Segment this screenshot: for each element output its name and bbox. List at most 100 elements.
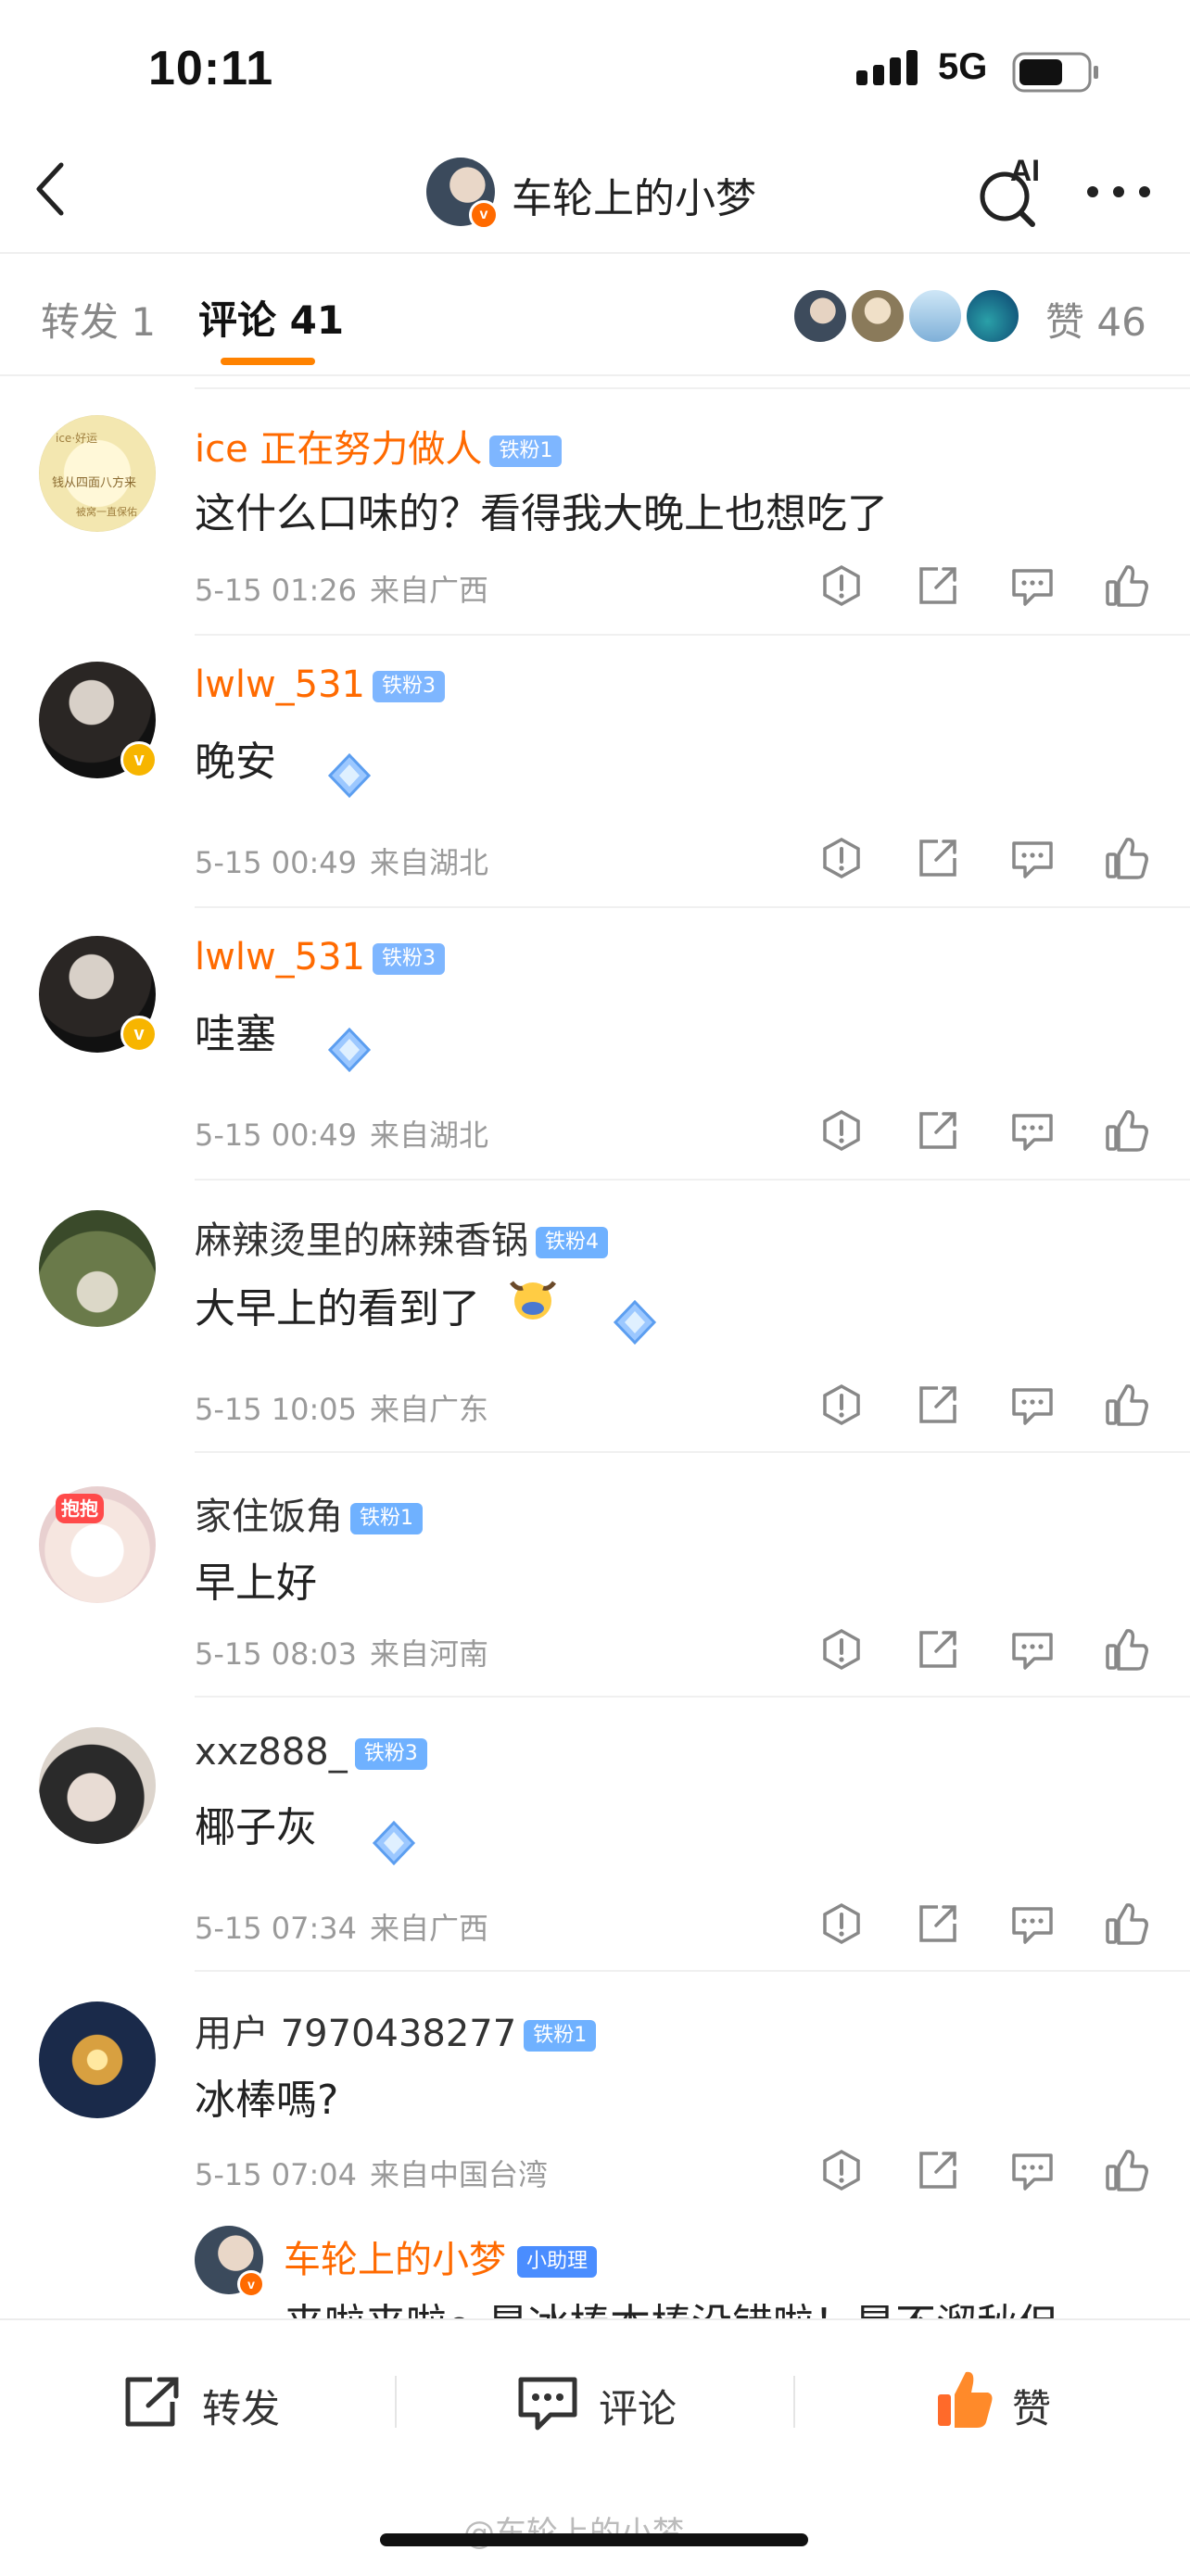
comment-username[interactable]: lwlw_531 铁粉3: [195, 936, 446, 979]
comment-separator: [195, 1970, 1190, 1972]
home-indicator[interactable]: [380, 2533, 808, 2546]
share-icon[interactable]: [916, 1627, 960, 1672]
comment-button[interactable]: 评论: [599, 2378, 677, 2434]
comment-username[interactable]: ice 正在努力做人 铁粉1: [195, 419, 563, 473]
nav-divider: [0, 252, 1190, 254]
fan-badge: 铁粉3: [354, 1738, 427, 1770]
share-icon[interactable]: [916, 1901, 960, 1946]
page-title: 车轮上的小梦: [512, 175, 756, 222]
comment-meta: 5-15 01:26 来自广西: [195, 573, 489, 608]
tab-repost[interactable]: 转发 1: [41, 291, 156, 347]
comment-text: 早上好: [195, 1559, 317, 1607]
avatar-text: 抱抱: [56, 1494, 104, 1523]
tab-active-indicator: [221, 358, 315, 365]
verified-icon: v: [120, 1016, 158, 1053]
like-icon[interactable]: [1105, 1108, 1149, 1153]
reply-icon[interactable]: [1010, 1901, 1055, 1946]
comment-meta: 5-15 07:34 来自广西: [195, 1911, 489, 1946]
comment-text: 大早上的看到了: [195, 1285, 480, 1332]
comment-meta: 5-15 00:49 来自湖北: [195, 845, 489, 880]
share-icon[interactable]: [916, 1383, 960, 1427]
like-button[interactable]: 赞: [1012, 2378, 1051, 2434]
share-icon[interactable]: [916, 1108, 960, 1153]
liker-avatar: [906, 287, 964, 345]
report-icon[interactable]: [819, 1383, 864, 1427]
comment-icon[interactable]: [515, 2374, 580, 2431]
user-avatar[interactable]: [39, 2001, 156, 2118]
comment-separator: [195, 1696, 1190, 1698]
battery-icon: [1012, 52, 1098, 93]
avatar-text: 被窝一直保佑: [76, 506, 137, 518]
user-avatar[interactable]: [39, 1727, 156, 1844]
reply-username[interactable]: 车轮上的小梦 小助理: [284, 2229, 598, 2283]
comment-meta: 5-15 00:49 来自湖北: [195, 1118, 489, 1153]
liker-avatar: [964, 287, 1021, 345]
reply-icon[interactable]: [1010, 836, 1055, 880]
user-avatar[interactable]: [39, 1210, 156, 1327]
comment-text: 哇塞: [195, 1011, 276, 1058]
comment-separator: [195, 906, 1190, 908]
comment-username[interactable]: xxz888_ 铁粉3: [195, 1731, 427, 1774]
tab-comment[interactable]: 评论 41: [198, 289, 344, 346]
report-icon[interactable]: [819, 2148, 864, 2192]
tab-likes[interactable]: 赞 46: [1045, 291, 1146, 347]
report-icon[interactable]: [819, 1901, 864, 1946]
comment-username[interactable]: 家住饭角 铁粉1: [195, 1486, 423, 1540]
report-icon[interactable]: [819, 1108, 864, 1153]
comment-text: 这什么口味的？看得我大晚上也想吃了: [195, 490, 888, 537]
fan-badge: 铁粉3: [373, 943, 446, 975]
bull-emoji-icon: [510, 1281, 556, 1320]
user-avatar[interactable]: ice·好运 钱从四面八方来 被窝一直保佑: [39, 415, 156, 532]
status-time: 10:11: [148, 42, 274, 95]
more-icon[interactable]: [1086, 185, 1151, 198]
reply-icon[interactable]: [1010, 2148, 1055, 2192]
ai-label: AI: [1010, 154, 1040, 187]
like-filled-icon[interactable]: [934, 2367, 995, 2431]
diamond-sticker-icon: [327, 752, 372, 799]
comment-text: 冰棒嗎?: [195, 2077, 339, 2124]
comment-text: 晚安: [195, 739, 276, 786]
share-icon[interactable]: [916, 2148, 960, 2192]
reply-icon[interactable]: [1010, 1383, 1055, 1427]
comment-separator: [195, 1451, 1190, 1453]
reply-text: 来啦来啦～是冰棒本棒没错啦！是不溜秋但: [284, 2291, 1058, 2318]
list-top-separator: [195, 387, 1190, 389]
reply-icon[interactable]: [1010, 563, 1055, 608]
comment-text: 椰子灰: [195, 1804, 317, 1851]
repost-button[interactable]: 转发: [202, 2378, 280, 2434]
bottom-separator: [395, 2376, 397, 2428]
like-icon[interactable]: [1105, 1383, 1149, 1427]
comment-meta: 5-15 10:05 来自广东: [195, 1392, 489, 1427]
comment-username[interactable]: 麻辣烫里的麻辣香锅 铁粉4: [195, 1210, 608, 1264]
user-avatar[interactable]: 抱抱: [39, 1486, 156, 1603]
liker-avatars[interactable]: [791, 287, 1023, 345]
fan-badge: 铁粉1: [489, 436, 563, 467]
like-icon[interactable]: [1105, 836, 1149, 880]
fan-badge: 铁粉3: [373, 671, 446, 702]
comment-username[interactable]: 用户 7970438277 铁粉1: [195, 2003, 597, 2057]
assistant-badge: 小助理: [517, 2246, 598, 2278]
report-icon[interactable]: [819, 836, 864, 880]
reply-icon[interactable]: [1010, 1627, 1055, 1672]
share-icon[interactable]: [916, 836, 960, 880]
like-icon[interactable]: [1105, 1901, 1149, 1946]
reply-icon[interactable]: [1010, 1108, 1055, 1153]
share-icon[interactable]: [916, 563, 960, 608]
bottom-separator: [793, 2376, 795, 2428]
like-icon[interactable]: [1105, 563, 1149, 608]
network-type: 5G: [938, 46, 988, 87]
report-icon[interactable]: [819, 563, 864, 608]
report-icon[interactable]: [819, 1627, 864, 1672]
like-icon[interactable]: [1105, 1627, 1149, 1672]
verified-icon: v: [469, 200, 499, 230]
verified-icon: v: [120, 741, 158, 778]
fan-badge: 铁粉1: [524, 2020, 597, 2052]
back-arrow-icon[interactable]: [32, 159, 69, 219]
avatar-text: ice·好运: [56, 432, 98, 445]
like-icon[interactable]: [1105, 2148, 1149, 2192]
liker-avatar: [791, 287, 849, 345]
comment-username[interactable]: lwlw_531 铁粉3: [195, 663, 446, 706]
repost-icon[interactable]: [120, 2374, 184, 2430]
diamond-sticker-icon: [327, 1027, 372, 1073]
comment-separator: [195, 1179, 1190, 1181]
